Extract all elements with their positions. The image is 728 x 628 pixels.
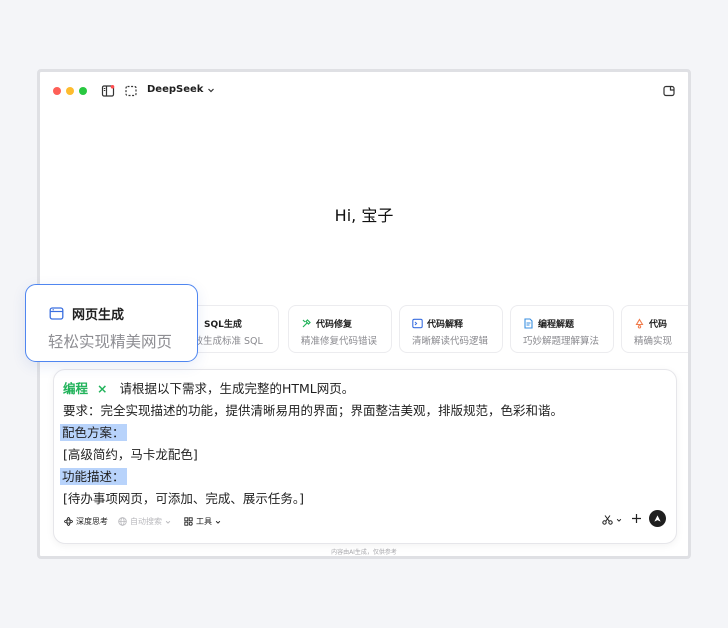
card-subtitle: 精确实现 [634, 336, 673, 347]
send-button[interactable] [649, 510, 666, 527]
card-subtitle: 巧妙解题理解算法 [523, 336, 600, 347]
prompt-line-4: [高级简约，马卡龙配色] [63, 447, 198, 462]
chevron-down-icon [616, 518, 622, 522]
document-icon [524, 318, 533, 329]
callout-title: 网页生成 [49, 304, 124, 323]
close-window-button[interactable] [53, 87, 61, 95]
input-toolbar: 深度思考 自动搜索 工具 [64, 510, 666, 529]
model-switch-button[interactable] [602, 514, 622, 525]
screenshot-icon[interactable] [124, 83, 138, 97]
chevron-down-icon [208, 88, 215, 92]
atom-icon [64, 517, 73, 526]
wrench-icon [302, 319, 311, 328]
browser-window-icon [49, 307, 64, 320]
terminal-icon [412, 318, 423, 329]
mode-tag: 编程 [63, 381, 89, 396]
add-attachment-button[interactable] [631, 513, 642, 524]
prompt-line-3: 配色方案： [60, 424, 127, 441]
new-chat-icon[interactable] [662, 83, 676, 97]
deep-think-toggle[interactable]: 深度思考 [64, 516, 108, 527]
card-subtitle: 精准修复代码错误 [301, 336, 378, 347]
send-arrow-icon [654, 515, 661, 522]
card-coding-solve[interactable]: 编程解题 巧妙解题理解算法 [510, 305, 614, 353]
remove-tag-button[interactable]: × [97, 381, 107, 396]
prompt-line-2: 要求：完全实现描述的功能，提供清晰易用的界面；界面整洁美观，排版规范，色彩和谐。 [63, 403, 564, 418]
web-generation-card[interactable]: 网页生成 轻松实现精美网页 [25, 284, 198, 362]
card-subtitle: 清晰解读代码逻辑 [412, 336, 489, 347]
sidebar-toggle-icon[interactable] [101, 83, 115, 97]
prompt-input[interactable]: 编程 × 请根据以下需求，生成完整的HTML网页。 要求：完全实现描述的功能，提… [53, 369, 677, 544]
model-selector[interactable]: DeepSeek [147, 84, 215, 95]
card-code-more[interactable]: 代码 精确实现 [621, 305, 688, 353]
minimize-window-button[interactable] [66, 87, 74, 95]
greeting-text: Hi, 宝子 [334, 206, 394, 225]
prompt-line-6: [待办事项网页，可添加、完成、展示任务。] [63, 491, 305, 506]
chevron-down-icon [215, 520, 221, 524]
card-code-explain[interactable]: 代码解释 清晰解读代码逻辑 [399, 305, 503, 353]
callout-subtitle: 轻松实现精美网页 [48, 333, 173, 351]
tools-dropdown[interactable]: 工具 [184, 516, 221, 527]
tools-icon [184, 517, 193, 526]
card-title: 编程解题 [523, 317, 574, 330]
card-title: SQL生成 [204, 320, 242, 330]
title-bar: DeepSeek [40, 72, 688, 108]
chevron-down-icon [165, 520, 171, 524]
maximize-window-button[interactable] [79, 87, 87, 95]
card-title: 代码 [634, 317, 667, 330]
prompt-line-1: 编程 × 请根据以下需求，生成完整的HTML网页。 [63, 381, 355, 396]
globe-icon [118, 517, 127, 526]
card-title: 代码解释 [412, 317, 463, 330]
card-code-fix[interactable]: 代码修复 精准修复代码错误 [288, 305, 392, 353]
prompt-line-5: 功能描述： [60, 468, 127, 485]
recycle-icon [635, 318, 644, 329]
card-title: 代码修复 [301, 317, 352, 330]
web-search-toggle[interactable]: 自动搜索 [118, 516, 171, 527]
disclaimer-text: 内容由AI生成，仅供参考 [331, 549, 397, 556]
scissors-icon [602, 515, 613, 525]
app-name: DeepSeek [147, 84, 204, 95]
plus-icon [632, 514, 641, 523]
